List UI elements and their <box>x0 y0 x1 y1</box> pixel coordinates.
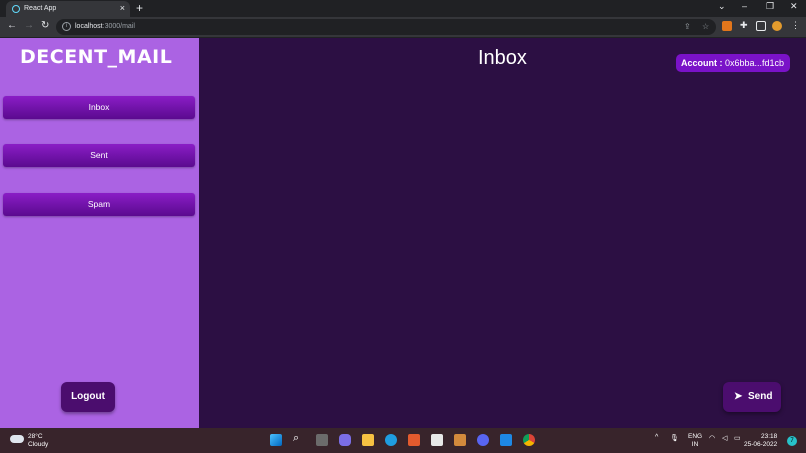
menu-icon[interactable]: ⋮ <box>791 20 801 30</box>
search-icon[interactable]: ⌕ <box>293 432 305 444</box>
tab-title: React App <box>24 5 57 12</box>
minimize-button[interactable]: – <box>742 1 747 11</box>
account-address: 0x6bba...fd1cb <box>722 58 785 68</box>
clock[interactable]: 23:18 25-06-2022 <box>744 433 778 449</box>
send-label: Send <box>748 391 773 402</box>
clock-time: 23:18 <box>760 433 778 440</box>
share-icon[interactable]: ⇪ <box>684 22 691 31</box>
volume-icon[interactable]: ◁ <box>722 434 727 442</box>
clock-date: 25-06-2022 <box>744 441 778 448</box>
weather-widget[interactable]: 28°C Cloudy <box>28 433 48 449</box>
chat-icon[interactable] <box>339 434 351 446</box>
send-button[interactable]: ➤ Send <box>723 382 781 412</box>
account-label: Account : <box>681 58 723 68</box>
vscode-icon[interactable] <box>500 434 512 446</box>
wifi-icon[interactable]: ◠ <box>709 434 715 442</box>
cloud-icon <box>10 435 24 443</box>
edge-icon[interactable] <box>385 434 397 446</box>
windows-taskbar: 28°C Cloudy ⌕ ^ 🎙 ENG IN ◠ ◁ ▭ 23:18 25-… <box>0 428 806 453</box>
site-info-icon[interactable]: i <box>62 22 71 31</box>
address-bar[interactable]: i localhost:3000/mail ⇪ ☆ <box>56 19 716 35</box>
send-icon: ➤ <box>734 391 743 402</box>
url-text: localhost:3000/mail <box>75 23 135 30</box>
reload-icon[interactable]: ↻ <box>41 20 49 31</box>
side-panel-icon[interactable] <box>756 21 766 31</box>
language-indicator[interactable]: ENG IN <box>688 433 702 449</box>
profile-avatar[interactable] <box>772 21 782 31</box>
chrome-icon[interactable] <box>523 434 535 446</box>
close-window-button[interactable]: ✕ <box>790 1 798 12</box>
forward-icon[interactable]: → <box>24 20 34 31</box>
chevron-up-icon[interactable]: ^ <box>655 434 658 441</box>
browser-tab[interactable]: React App × <box>6 1 130 17</box>
metamask-extension-icon[interactable] <box>722 21 732 31</box>
notification-badge[interactable]: 7 <box>787 436 797 446</box>
page-title: Inbox <box>478 47 527 69</box>
restore-button[interactable]: ❐ <box>766 1 774 12</box>
ubuntu-icon[interactable] <box>408 434 420 446</box>
screen: React App × + ⌄ – ❐ ✕ ← → ↻ i localhost:… <box>0 0 806 453</box>
browser-tabstrip: React App × + ⌄ – ❐ ✕ <box>0 0 806 17</box>
start-icon[interactable] <box>270 434 282 446</box>
logout-button[interactable]: Logout <box>61 382 115 412</box>
account-badge: Account : 0x6bba...fd1cb <box>676 54 790 72</box>
nav-sent-button[interactable]: Sent <box>3 144 195 167</box>
store-icon[interactable] <box>431 434 443 446</box>
microphone-icon[interactable]: 🎙 <box>670 434 679 442</box>
weather-desc: Cloudy <box>28 441 49 448</box>
main-panel <box>199 38 806 428</box>
weather-temp: 28°C <box>28 433 43 440</box>
browser-toolbar: ← → ↻ i localhost:3000/mail ⇪ ☆ <box>0 17 806 37</box>
extensions-icon[interactable]: ✚ <box>740 20 750 30</box>
file-explorer-icon[interactable] <box>362 434 374 446</box>
react-icon <box>12 5 20 13</box>
package-icon[interactable] <box>454 434 466 446</box>
nav-inbox-button[interactable]: Inbox <box>3 96 195 119</box>
close-tab-icon[interactable]: × <box>120 3 125 13</box>
battery-icon[interactable]: ▭ <box>734 434 741 442</box>
bookmark-star-icon[interactable]: ☆ <box>702 22 709 31</box>
app-logo: DECENT_MAIL <box>20 46 173 68</box>
nav-spam-button[interactable]: Spam <box>3 193 195 216</box>
tab-search-icon[interactable]: ⌄ <box>718 1 726 12</box>
new-tab-button[interactable]: + <box>136 1 143 15</box>
back-icon[interactable]: ← <box>7 20 17 31</box>
task-view-icon[interactable] <box>316 434 328 446</box>
discord-icon[interactable] <box>477 434 489 446</box>
